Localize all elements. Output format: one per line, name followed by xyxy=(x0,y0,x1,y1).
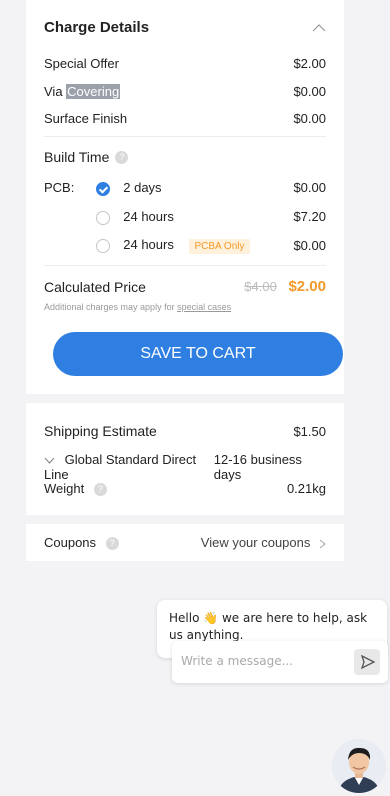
chat-input-area[interactable]: Write a message... xyxy=(172,641,388,683)
option-label: 24 hours xyxy=(123,237,174,252)
charge-details-title: Charge Details xyxy=(44,19,150,36)
surface-finish-value: $0.00 xyxy=(293,111,326,126)
shipping-estimate-card: Shipping Estimate $1.50 Global Standard … xyxy=(26,403,344,515)
option-price: $0.00 xyxy=(293,180,326,196)
help-icon[interactable]: ? xyxy=(115,150,129,164)
weight-left: Weight ? xyxy=(44,481,107,497)
weight-row: Weight ? 0.21kg xyxy=(44,481,326,497)
coupons-card: Coupons ? View your coupons xyxy=(26,524,344,561)
surface-finish-label: Surface Finish xyxy=(44,111,128,126)
pcb-label: PCB: xyxy=(44,180,75,195)
surface-finish-row: Surface Finish $0.00 xyxy=(44,111,326,126)
weight-label: Weight xyxy=(44,481,85,496)
shipping-method-row[interactable]: Global Standard Direct Line 12-16 busine… xyxy=(44,452,326,482)
coupons-row: Coupons ? View your coupons xyxy=(44,535,326,551)
coupons-label: Coupons xyxy=(44,535,97,550)
view-coupons-text: View your coupons xyxy=(200,535,311,551)
weight-value: 0.21kg xyxy=(286,481,326,497)
option-left: 24 hours xyxy=(44,209,174,225)
radio-unchecked-icon[interactable] xyxy=(95,210,110,225)
special-offer-value: $2.00 xyxy=(293,56,326,71)
build-option-2-days[interactable]: PCB: 2 days $0.00 xyxy=(44,180,326,196)
person-avatar-icon xyxy=(332,739,386,793)
old-price: $4.00 xyxy=(244,279,277,294)
option-label: 2 days xyxy=(123,180,162,195)
special-offer-label: Special Offer xyxy=(44,56,119,71)
shipping-method-label: Global Standard Direct Line xyxy=(44,452,197,482)
chat-message-input[interactable]: Write a message... xyxy=(181,654,293,668)
save-to-cart-button[interactable]: SAVE TO CART xyxy=(53,332,343,376)
additional-charges-note: Additional charges may apply for special… xyxy=(44,302,231,312)
via-covering-label: Via Covering xyxy=(44,84,121,99)
new-price: $2.00 xyxy=(288,278,326,295)
divider xyxy=(44,265,326,266)
calculated-price-row: Calculated Price $4.00 $2.00 xyxy=(44,278,326,295)
shipping-price: $1.50 xyxy=(293,423,326,439)
via-covering-value: $0.00 xyxy=(293,84,326,99)
build-time-title: Build Time xyxy=(44,149,110,165)
charge-details-card: Charge Details Special Offer $2.00 Via C… xyxy=(26,0,344,394)
option-price: $7.20 xyxy=(293,209,326,225)
charge-details-header[interactable]: Charge Details xyxy=(44,19,326,36)
divider xyxy=(44,136,326,137)
price-group: $4.00 $2.00 xyxy=(244,278,326,295)
help-icon[interactable]: ? xyxy=(105,537,119,551)
radio-checked-icon[interactable] xyxy=(95,181,110,196)
radio-unchecked-icon[interactable] xyxy=(95,238,110,253)
shipping-title: Shipping Estimate xyxy=(44,423,157,439)
shipping-method[interactable]: Global Standard Direct Line xyxy=(44,452,214,482)
support-avatar[interactable] xyxy=(332,739,386,793)
option-price: $0.00 xyxy=(293,238,326,253)
option-label: 24 hours xyxy=(123,209,174,224)
send-icon xyxy=(360,654,376,670)
build-option-24-hours-pcba[interactable]: 24 hours PCBA Only $0.00 xyxy=(44,237,326,254)
shipping-days: 12-16 business days xyxy=(213,452,302,482)
via-prefix: Via xyxy=(44,84,67,99)
option-left: PCB: 2 days xyxy=(44,180,162,196)
help-icon[interactable]: ? xyxy=(93,483,107,497)
special-cases-link[interactable]: special cases xyxy=(177,302,231,312)
covering-highlight: Covering xyxy=(66,84,121,99)
view-coupons-link[interactable]: View your coupons xyxy=(201,535,326,550)
coupons-left: Coupons ? xyxy=(44,535,119,551)
send-button[interactable] xyxy=(354,649,380,675)
pcba-only-badge: PCBA Only xyxy=(189,239,250,254)
chevron-right-icon xyxy=(319,539,326,549)
calculated-price-title: Calculated Price xyxy=(44,278,146,295)
option-left: 24 hours PCBA Only xyxy=(44,237,250,254)
note-text: Additional charges may apply for xyxy=(44,302,175,312)
chevron-down-icon[interactable] xyxy=(44,457,55,464)
build-time-header: Build Time ? xyxy=(44,149,326,165)
chevron-up-icon[interactable] xyxy=(312,23,326,32)
special-offer-row: Special Offer $2.00 xyxy=(44,56,326,71)
via-covering-row: Via Covering $0.00 xyxy=(44,84,326,99)
build-option-24-hours[interactable]: 24 hours $7.20 xyxy=(44,209,326,225)
shipping-header: Shipping Estimate $1.50 xyxy=(44,423,326,439)
